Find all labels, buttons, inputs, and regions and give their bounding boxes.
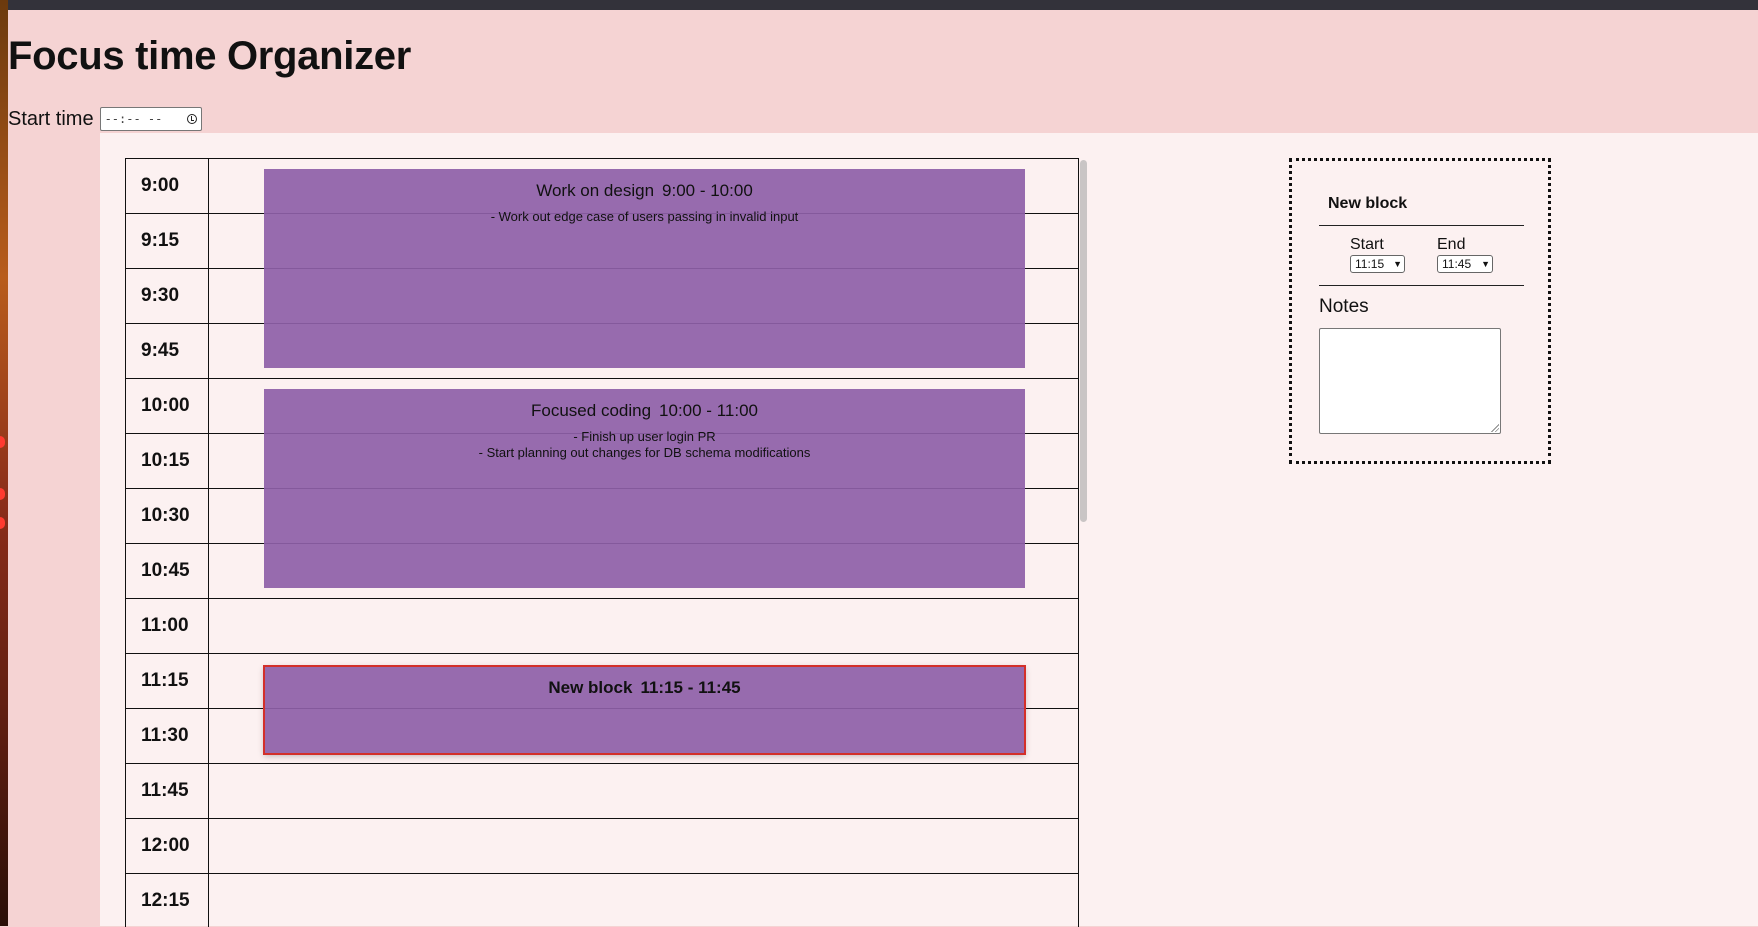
- block-title: Work on design 9:00 - 10:00: [264, 181, 1025, 201]
- red-dot-icon: [0, 436, 5, 448]
- block-name: New block: [548, 678, 633, 697]
- block-name: Focused coding: [531, 401, 652, 420]
- block-range: 10:00 - 11:00: [659, 401, 758, 420]
- end-select-value: 11:45: [1442, 257, 1472, 271]
- start-select-value: 11:15: [1355, 257, 1385, 271]
- time-label: 10:30: [126, 489, 209, 543]
- time-label: 11:30: [126, 709, 209, 763]
- time-label: 9:30: [126, 269, 209, 323]
- block-editor: New block Start 11:15 ▼ End 11:45 ▼ Notes: [1289, 158, 1551, 464]
- time-row[interactable]: 12:00: [126, 819, 1078, 874]
- editor-title[interactable]: New block: [1328, 195, 1407, 213]
- scrollbar-thumb[interactable]: [1080, 160, 1087, 522]
- block-notes: - Finish up user login PR - Start planni…: [478, 429, 811, 460]
- start-time-label: Start time: [8, 107, 94, 130]
- focus-block[interactable]: Focused coding 10:00 - 11:00 - Finish up …: [264, 389, 1025, 588]
- clock-icon[interactable]: [186, 114, 197, 124]
- start-label: Start: [1350, 236, 1384, 253]
- end-label: End: [1437, 236, 1466, 253]
- red-dot-icon: [0, 488, 5, 500]
- time-label: 11:15: [126, 654, 209, 708]
- page-title: Focus time Organizer: [8, 34, 411, 78]
- chevron-down-icon: ▼: [1393, 259, 1402, 269]
- notes-textarea[interactable]: [1319, 328, 1501, 434]
- background-window-edge: [0, 0, 8, 926]
- time-label: 12:00: [126, 819, 209, 873]
- time-row[interactable]: 11:00: [126, 599, 1078, 654]
- time-label: 9:45: [126, 324, 209, 378]
- focus-block[interactable]: Work on design 9:00 - 10:00 - Work out ed…: [264, 169, 1025, 368]
- time-label: 9:00: [126, 159, 209, 213]
- time-label: 10:15: [126, 434, 209, 488]
- time-row[interactable]: 11:45: [126, 764, 1078, 819]
- schedule-grid[interactable]: 9:00 9:15 9:30 9:45 10:00 10:15 10:30 10…: [125, 158, 1079, 927]
- time-label: 9:15: [126, 214, 209, 268]
- red-dot-icon: [0, 517, 5, 529]
- time-label: 10:00: [126, 379, 209, 433]
- schedule-scrollbar[interactable]: [1078, 158, 1090, 926]
- divider: [1319, 225, 1524, 226]
- block-notes: - Work out edge case of users passing in…: [490, 209, 799, 224]
- block-title: New block 11:15 - 11:45: [264, 678, 1025, 698]
- start-time-row: Start time --:-- --: [8, 107, 202, 131]
- resize-handle-icon[interactable]: [1491, 424, 1499, 432]
- start-time-placeholder: --:-- --: [104, 112, 163, 126]
- chevron-down-icon: ▼: [1481, 259, 1490, 269]
- block-range: 11:15 - 11:45: [640, 678, 741, 697]
- time-label: 10:45: [126, 544, 209, 598]
- start-time-input[interactable]: --:-- --: [99, 107, 202, 131]
- time-label: 11:45: [126, 764, 209, 818]
- selected-focus-block[interactable]: New block 11:15 - 11:45: [263, 665, 1026, 755]
- block-title: Focused coding 10:00 - 11:00: [264, 401, 1025, 421]
- notes-label: Notes: [1319, 296, 1369, 317]
- start-time-select[interactable]: 11:15 ▼: [1350, 255, 1405, 273]
- divider: [1319, 285, 1524, 286]
- time-row[interactable]: 12:15: [126, 874, 1078, 927]
- window-top-bar: [0, 0, 1758, 10]
- end-time-select[interactable]: 11:45 ▼: [1437, 255, 1493, 273]
- block-name: Work on design: [536, 181, 655, 200]
- block-range: 9:00 - 10:00: [662, 181, 753, 200]
- time-label: 12:15: [126, 874, 209, 927]
- time-label: 11:00: [126, 599, 209, 653]
